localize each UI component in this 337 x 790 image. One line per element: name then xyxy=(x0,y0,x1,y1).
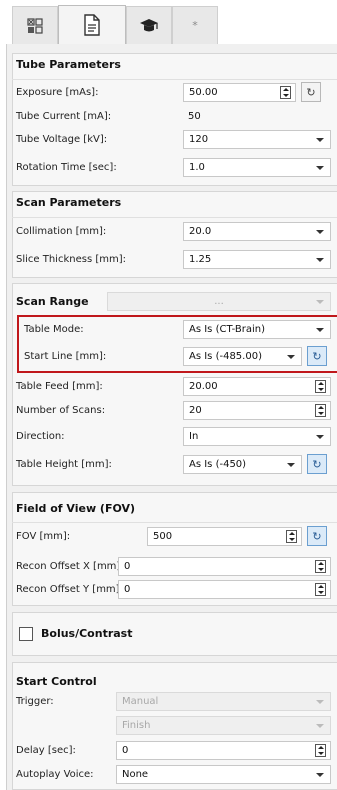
scan-range-bar-value: ... xyxy=(214,296,224,307)
section-title-scan-range: Scan Range xyxy=(16,295,89,308)
fov-reset-button[interactable]: ↻ xyxy=(307,526,327,546)
autoplay-voice-label: Autoplay Voice: xyxy=(16,769,94,780)
trigger-label: Trigger: xyxy=(16,696,54,707)
tube-current-label: Tube Current [mA]: xyxy=(16,111,112,122)
fov-value: 500 xyxy=(153,531,173,542)
fov-label: FOV [mm]: xyxy=(16,531,71,542)
fov-spinner[interactable] xyxy=(286,530,297,543)
section-title-tube: Tube Parameters xyxy=(16,58,121,71)
recon-offset-y-input[interactable]: 0 xyxy=(118,580,331,599)
trigger-value: Manual xyxy=(122,696,159,707)
tab-extra[interactable]: * xyxy=(172,6,218,44)
chevron-down-icon xyxy=(316,435,324,439)
chevron-down-icon xyxy=(287,463,295,467)
tab-bar: * xyxy=(0,0,337,44)
table-height-value: As Is (-450) xyxy=(189,459,247,470)
delay-value: 0 xyxy=(122,745,129,756)
delay-spinner[interactable] xyxy=(315,744,326,757)
chevron-down-icon xyxy=(316,230,324,234)
table-feed-value: 20.00 xyxy=(189,381,218,392)
section-title-start-control: Start Control xyxy=(16,675,97,688)
chevron-down-icon xyxy=(316,138,324,142)
tube-voltage-label: Tube Voltage [kV]: xyxy=(16,134,108,145)
number-of-scans-label: Number of Scans: xyxy=(16,405,106,416)
finish-value: Finish xyxy=(122,720,151,731)
recon-offset-x-value: 0 xyxy=(124,561,131,572)
collimation-label: Collimation [mm]: xyxy=(16,226,107,237)
collimation-dropdown[interactable]: 20.0 xyxy=(183,222,331,241)
delay-input[interactable]: 0 xyxy=(116,741,331,760)
rotation-time-label: Rotation Time [sec]: xyxy=(16,162,117,173)
slice-thickness-label: Slice Thickness [mm]: xyxy=(16,254,126,265)
autoplay-voice-dropdown[interactable]: None xyxy=(116,765,331,784)
direction-label: Direction: xyxy=(16,431,65,442)
chevron-down-icon xyxy=(316,773,324,777)
recon-offset-y-label: Recon Offset Y [mm]: xyxy=(16,584,123,595)
chevron-down-icon xyxy=(316,724,324,728)
tube-current-value: 50 xyxy=(188,111,201,122)
exposure-reset-button[interactable]: ↻ xyxy=(301,82,321,102)
rotation-time-dropdown[interactable]: 1.0 xyxy=(183,158,331,177)
tab-grid[interactable] xyxy=(12,6,58,44)
chevron-down-icon xyxy=(316,258,324,262)
tube-voltage-value: 120 xyxy=(189,134,209,145)
recon-offset-y-spinner[interactable] xyxy=(315,583,326,596)
recon-offset-x-input[interactable]: 0 xyxy=(118,557,331,576)
table-height-label: Table Height [mm]: xyxy=(16,459,112,470)
direction-value: In xyxy=(189,431,199,442)
reset-icon: ↻ xyxy=(312,529,322,543)
exposure-spinner[interactable] xyxy=(280,86,291,99)
delay-label: Delay [sec]: xyxy=(16,745,76,756)
scan-range-bar: ... xyxy=(107,292,331,311)
autoplay-voice-value: None xyxy=(122,769,149,780)
tube-voltage-dropdown[interactable]: 120 xyxy=(183,130,331,149)
highlight-box xyxy=(17,315,337,373)
section-title-fov: Field of View (FOV) xyxy=(16,502,136,515)
chevron-down-icon xyxy=(316,166,324,170)
recon-offset-x-spinner[interactable] xyxy=(315,560,326,573)
rotation-time-value: 1.0 xyxy=(189,162,205,173)
fov-input[interactable]: 500 xyxy=(147,527,302,546)
section-title-scan-parameters: Scan Parameters xyxy=(16,196,122,209)
finish-dropdown[interactable]: Finish xyxy=(116,716,331,735)
document-icon xyxy=(84,14,100,36)
graduation-cap-icon xyxy=(140,18,158,31)
bolus-checkbox[interactable] xyxy=(19,627,33,641)
tab-training[interactable] xyxy=(126,6,172,44)
grid-icon xyxy=(27,17,43,34)
chevron-down-icon xyxy=(316,700,324,704)
tab-document[interactable] xyxy=(58,5,126,44)
exposure-input[interactable]: 50.00 xyxy=(183,83,296,102)
table-feed-label: Table Feed [mm]: xyxy=(16,381,103,392)
number-of-scans-value: 20 xyxy=(189,405,202,416)
exposure-value: 50.00 xyxy=(189,87,218,98)
reset-icon: ↻ xyxy=(306,85,316,99)
recon-offset-y-value: 0 xyxy=(124,584,131,595)
recon-offset-x-label: Recon Offset X [mm]: xyxy=(16,561,124,572)
slice-thickness-value: 1.25 xyxy=(189,254,212,265)
divider xyxy=(12,522,337,523)
slice-thickness-dropdown[interactable]: 1.25 xyxy=(183,250,331,269)
trigger-dropdown[interactable]: Manual xyxy=(116,692,331,711)
chevron-down-icon xyxy=(316,300,324,304)
bolus-label: Bolus/Contrast xyxy=(41,627,133,640)
number-of-scans-input[interactable]: 20 xyxy=(183,401,331,420)
reset-icon: ↻ xyxy=(312,457,322,471)
table-height-dropdown[interactable]: As Is (-450) xyxy=(183,455,302,474)
divider xyxy=(12,217,337,218)
exposure-label: Exposure [mAs]: xyxy=(16,87,99,98)
collimation-value: 20.0 xyxy=(189,226,212,237)
table-feed-input[interactable]: 20.00 xyxy=(183,377,331,396)
direction-dropdown[interactable]: In xyxy=(183,427,331,446)
table-height-reset-button[interactable]: ↻ xyxy=(307,454,327,474)
divider xyxy=(12,79,337,80)
table-feed-spinner[interactable] xyxy=(315,380,326,393)
number-of-scans-spinner[interactable] xyxy=(315,404,326,417)
tab-extra-label: * xyxy=(192,19,198,32)
